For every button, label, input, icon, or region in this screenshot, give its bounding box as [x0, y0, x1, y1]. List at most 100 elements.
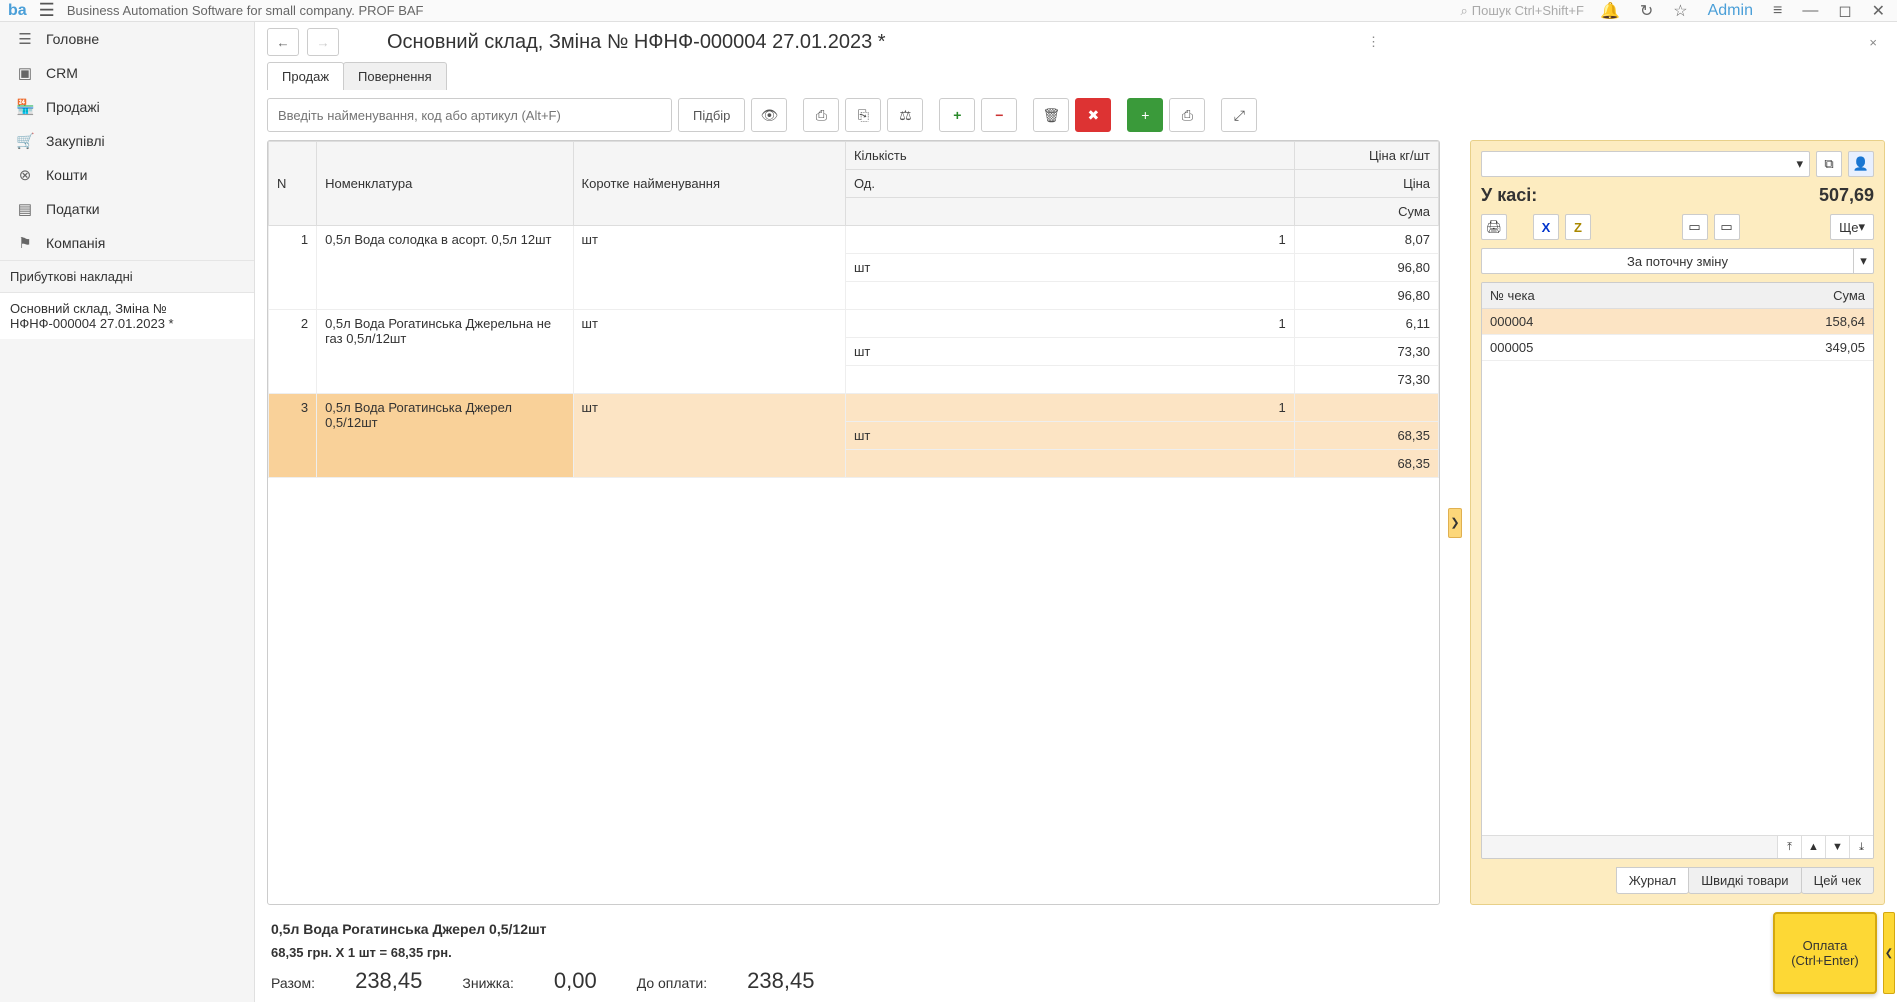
sidebar-item-taxes[interactable]: ▤Податки [0, 192, 254, 226]
search-icon: ⌕ [1460, 3, 1467, 19]
col-receipt-num[interactable]: № чека [1482, 283, 1753, 308]
view-button[interactable]: 👁 [751, 98, 787, 132]
col-nomenclature[interactable]: Номенклатура [317, 142, 573, 226]
tab-this-receipt[interactable]: Цей чек [1801, 867, 1874, 894]
plus-button[interactable]: + [939, 98, 975, 132]
item-search-input[interactable] [267, 98, 672, 132]
table-row-priceunit[interactable]: 73,30 [1294, 338, 1438, 366]
pay-button[interactable]: Оплата (Ctrl+Enter) [1773, 912, 1877, 994]
more-button[interactable]: Ще ▾ [1830, 214, 1874, 240]
print-button[interactable]: 🖨 [1481, 214, 1507, 240]
maximize-icon[interactable]: ◻ [1834, 1, 1855, 21]
sidebar-item-main[interactable]: ☰Головне [0, 22, 254, 56]
crm-icon: ▣ [16, 64, 34, 82]
cancel-button[interactable]: ✖ [1075, 98, 1111, 132]
star-icon[interactable]: ☆ [1669, 1, 1691, 21]
sidebar-item-crm[interactable]: ▣CRM [0, 56, 254, 90]
scroll-down-button[interactable]: ▼ [1825, 836, 1849, 858]
col-priceunit[interactable]: Ціна [1294, 170, 1438, 198]
table-row-n[interactable]: 2 [269, 310, 317, 394]
expand-button[interactable]: ⤢ [1221, 98, 1257, 132]
pick-button[interactable]: Підбір [678, 98, 745, 132]
document-close-icon[interactable]: × [1861, 31, 1885, 54]
minimize-icon[interactable]: — [1798, 2, 1822, 20]
discount-label: Знижка: [462, 975, 513, 991]
cashier-select[interactable]: ▾ [1481, 151, 1810, 177]
col-sum[interactable]: Сума [1294, 198, 1438, 226]
bell-icon[interactable]: 🔔 [1596, 1, 1624, 21]
settings-icon[interactable]: ≡ [1769, 2, 1786, 20]
z-report-button[interactable]: Z [1565, 214, 1591, 240]
screen2-button[interactable]: ▭ [1714, 214, 1740, 240]
scroll-up-button[interactable]: ▲ [1801, 836, 1825, 858]
panel-toggle[interactable]: ❯ [1448, 508, 1462, 538]
person-button[interactable]: 👤 [1848, 151, 1874, 177]
barcode-button[interactable]: ⎙ [803, 98, 839, 132]
sidebar-item-funds[interactable]: ⊗Кошти [0, 158, 254, 192]
nav-back-button[interactable]: ← [267, 28, 299, 56]
table-row-priceunit[interactable]: 96,80 [1294, 254, 1438, 282]
tab-journal[interactable]: Журнал [1616, 867, 1689, 894]
shift-select[interactable]: За поточну зміну ▾ [1481, 248, 1874, 274]
table-row-short[interactable]: шт [573, 394, 845, 478]
table-row-price[interactable]: 6,11 [1294, 310, 1438, 338]
table-row-short[interactable]: шт [573, 310, 845, 394]
table-row-sum[interactable]: 96,80 [1294, 282, 1438, 310]
tab-sale[interactable]: Продаж [267, 62, 344, 90]
table-row-short[interactable]: шт [573, 226, 845, 310]
table-row-nom[interactable]: 0,5л Вода Рогатинська Джерел 0,5/12шт [317, 394, 573, 478]
sidebar-item-company[interactable]: ⚑Компанія [0, 226, 254, 260]
document-menu-icon[interactable]: ⋮ [1359, 30, 1388, 54]
table-row-unit[interactable]: шт [845, 338, 1294, 366]
table-row-n[interactable]: 3 [269, 394, 317, 478]
global-search[interactable]: ⌕ Пошук Ctrl+Shift+F [1460, 3, 1583, 19]
sidebar-item-sales[interactable]: 🏪Продажі [0, 90, 254, 124]
minus-button[interactable]: − [981, 98, 1017, 132]
sidebar-sub-invoices[interactable]: Прибуткові накладні [0, 260, 254, 292]
scan-button[interactable]: ⎘ [845, 98, 881, 132]
screen1-button[interactable]: ▭ [1682, 214, 1708, 240]
scroll-bottom-button[interactable]: ⤓ [1849, 836, 1873, 858]
scroll-top-button[interactable]: ⤒ [1777, 836, 1801, 858]
add-button[interactable]: + [1127, 98, 1163, 132]
table-row-qty[interactable]: 1 [845, 310, 1294, 338]
main-menu-icon[interactable]: ☰ [39, 0, 55, 21]
user-label[interactable]: Admin [1704, 2, 1757, 20]
col-price[interactable]: Ціна кг/шт [1294, 142, 1438, 170]
close-icon[interactable]: ✕ [1868, 1, 1889, 21]
tab-quick-goods[interactable]: Швидкі товари [1688, 867, 1801, 894]
table-row-sum[interactable]: 73,30 [1294, 366, 1438, 394]
table-row-sum[interactable]: 68,35 [1294, 450, 1438, 478]
selected-item-name: 0,5л Вода Рогатинська Джерел 0,5/12шт [271, 921, 1881, 937]
table-row-unit[interactable]: шт [845, 422, 1294, 450]
sidebar-sub-shift[interactable]: Основний склад, Зміна № НФНФ-000004 27.0… [0, 292, 254, 339]
receipt-row[interactable]: 000005349,05 [1482, 335, 1873, 361]
open-button[interactable]: ⧉ [1816, 151, 1842, 177]
table-row-qty[interactable]: 1 [845, 394, 1294, 422]
table-row-qty[interactable]: 1 [845, 226, 1294, 254]
col-short[interactable]: Коротке найменування [573, 142, 845, 226]
table-row-nom[interactable]: 0,5л Вода солодка в асорт. 0,5л 12шт [317, 226, 573, 310]
delete-button[interactable]: 🗑 [1033, 98, 1069, 132]
table-row-price[interactable]: 8,07 [1294, 226, 1438, 254]
col-n[interactable]: N [269, 142, 317, 226]
history-icon[interactable]: ↻ [1636, 1, 1657, 21]
nav-forward-button[interactable]: → [307, 28, 339, 56]
side-handle[interactable]: ❮ [1883, 912, 1895, 994]
x-report-button[interactable]: X [1533, 214, 1559, 240]
table-row-unit[interactable]: шт [845, 254, 1294, 282]
col-receipt-sum[interactable]: Сума [1753, 283, 1873, 308]
col-unit[interactable]: Од. [845, 170, 1294, 198]
sidebar-item-purchases[interactable]: 🛒Закупівлі [0, 124, 254, 158]
document-title: Основний склад, Зміна № НФНФ-000004 27.0… [387, 31, 886, 54]
scales-button[interactable]: ⚖ [887, 98, 923, 132]
table-row-nom[interactable]: 0,5л Вода Рогатинська Джерельна не газ 0… [317, 310, 573, 394]
tab-return[interactable]: Повернення [343, 62, 447, 90]
table-row-price[interactable] [1294, 394, 1438, 422]
total-label: Разом: [271, 975, 315, 991]
col-qty[interactable]: Кількість [845, 142, 1294, 170]
table-row-n[interactable]: 1 [269, 226, 317, 310]
table-row-priceunit[interactable]: 68,35 [1294, 422, 1438, 450]
receipt-row[interactable]: 000004158,64 [1482, 309, 1873, 335]
copy-button[interactable]: ⎙ [1169, 98, 1205, 132]
